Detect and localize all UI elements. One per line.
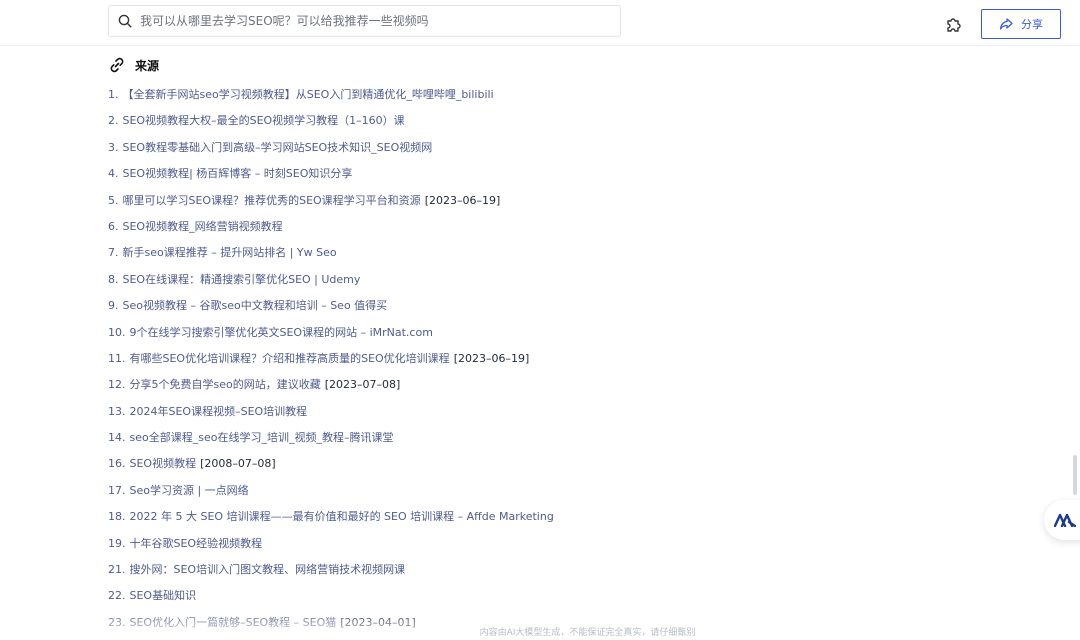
source-link[interactable]: SEO在线课程：精通搜索引擎优化SEO | Udemy [123, 271, 361, 289]
scrollbar[interactable] [1073, 455, 1077, 495]
share-label: 分享 [1021, 18, 1043, 31]
source-number: 21. [108, 563, 126, 577]
share-button[interactable]: 分享 [981, 9, 1061, 39]
source-number: 11. [108, 351, 126, 365]
source-link[interactable]: 2024年SEO课程视频–SEO培训教程 [130, 403, 308, 421]
source-item[interactable]: 18. 2022 年 5 大 SEO 培训课程——最有价值和最好的 SEO 培训课… [108, 508, 808, 534]
source-item[interactable]: 6. SEO视频教程_网络营销视频教程 [108, 218, 808, 244]
source-number: 14. [108, 431, 126, 445]
puzzle-plugin-icon[interactable] [944, 14, 964, 34]
source-number: 1. [108, 88, 119, 101]
source-link[interactable]: SEO基础知识 [130, 587, 197, 605]
source-link[interactable]: SEO视频教程_网络营销视频教程 [123, 218, 283, 236]
link-icon [108, 56, 126, 74]
source-date: [2008–07–08] [200, 457, 276, 471]
source-date: [2023–06–19] [424, 193, 501, 207]
sources-header: 来源 [108, 55, 159, 75]
source-number: 2. [108, 114, 119, 128]
source-date: [2023–06–19] [453, 351, 530, 365]
search-input[interactable] [140, 7, 620, 35]
source-date: [2023–07–08] [324, 378, 401, 392]
source-item[interactable]: 19. 十年谷歌SEO经验视频教程 [108, 535, 808, 561]
source-number: 10. [108, 325, 126, 339]
assistant-logo-icon [1054, 513, 1076, 527]
ai-disclaimer: 内容由AI大模型生成，不能保证完全真实，请仔细甄别 [479, 628, 696, 638]
source-link[interactable]: seo全部课程_seo在线学习_培训_视频_教程–腾讯课堂 [130, 429, 394, 447]
source-list: 1. 【全套新手网站seo学习视频教程】从SEO入门到精通优化_哔哩哔哩_bili… [108, 86, 808, 640]
source-number: 5. [108, 193, 119, 207]
source-item[interactable]: 17. Seo学习资源 | 一点网络 [108, 482, 808, 508]
source-link[interactable]: 哪里可以学习SEO课程？推荐优秀的SEO课程学习平台和资源 [123, 192, 421, 210]
source-number: 16. [108, 457, 126, 471]
source-link[interactable]: 分享5个免费自学seo的网站，建议收藏 [130, 376, 321, 394]
source-number: 6. [108, 219, 119, 233]
source-number: 12. [108, 378, 126, 392]
source-number: 19. [108, 536, 126, 550]
source-item[interactable]: 16. SEO视频教程 [2008–07–08] [108, 455, 808, 481]
share-icon [999, 17, 1013, 31]
source-link[interactable]: Seo学习资源 | 一点网络 [130, 482, 249, 500]
source-number: 17. [108, 483, 126, 497]
source-number: 7. [108, 246, 119, 260]
source-link[interactable]: 新手seo课程推荐 – 提升网站排名 | Yw Seo [123, 244, 337, 262]
source-link[interactable]: SEO视频教程 [130, 455, 197, 473]
source-number: 4. [108, 167, 119, 181]
source-link[interactable]: 2022 年 5 大 SEO 培训课程——最有价值和最好的 SEO 培训课程 –… [130, 508, 554, 526]
source-item[interactable]: 5. 哪里可以学习SEO课程？推荐优秀的SEO课程学习平台和资源 [2023–06–… [108, 192, 808, 218]
source-link[interactable]: SEO教程零基础入门到高级–学习网站SEO技术知识_SEO视频网 [123, 139, 433, 157]
source-item[interactable]: 12. 分享5个免费自学seo的网站，建议收藏 [2023–07–08] [108, 376, 808, 402]
source-link[interactable]: 9个在线学习搜索引擎优化英文SEO课程的网站 – iMrNat.com [130, 324, 433, 342]
source-link[interactable]: 【全套新手网站seo学习视频教程】从SEO入门到精通优化_哔哩哔哩_bilibi… [123, 86, 494, 104]
source-link[interactable]: Seo视频教程 – 谷歌seo中文教程和培训 – Seo 值得买 [123, 297, 388, 315]
source-item[interactable]: 9. Seo视频教程 – 谷歌seo中文教程和培训 – Seo 值得买 [108, 297, 808, 323]
top-bar: 分享 [0, 0, 1080, 46]
source-item[interactable]: 2. SEO视频教程大权–最全的SEO视频学习教程（1–160）课 [108, 112, 808, 138]
source-item[interactable]: 21. 搜外网：SEO培训入门图文教程、网络营销技术视频网课 [108, 561, 808, 587]
source-link[interactable]: 搜外网：SEO培训入门图文教程、网络营销技术视频网课 [130, 561, 406, 579]
source-number: 9. [108, 299, 119, 313]
source-number: 22. [108, 589, 126, 603]
source-number: 8. [108, 272, 119, 286]
source-item[interactable]: 1. 【全套新手网站seo学习视频教程】从SEO入门到精通优化_哔哩哔哩_bili… [108, 86, 808, 112]
source-item[interactable]: 14. seo全部课程_seo在线学习_培训_视频_教程–腾讯课堂 [108, 429, 808, 455]
search-box[interactable] [108, 5, 621, 37]
source-item[interactable]: 22. SEO基础知识 [108, 587, 808, 613]
source-link[interactable]: SEO视频教程大权–最全的SEO视频学习教程（1–160）课 [123, 112, 405, 130]
source-item[interactable]: 8. SEO在线课程：精通搜索引擎优化SEO | Udemy [108, 271, 808, 297]
source-link[interactable]: 十年谷歌SEO经验视频教程 [130, 535, 263, 553]
source-item[interactable]: 4. SEO视频教程| 杨百辉博客 – 时刻SEO知识分享 [108, 165, 808, 191]
source-link[interactable]: SEO视频教程| 杨百辉博客 – 时刻SEO知识分享 [123, 165, 353, 183]
source-link[interactable]: 有哪些SEO优化培训课程？介绍和推荐高质量的SEO优化培训课程 [130, 350, 450, 368]
sources-title: 来源 [135, 58, 160, 73]
source-item[interactable]: 13. 2024年SEO课程视频–SEO培训教程 [108, 403, 808, 429]
source-item[interactable]: 11. 有哪些SEO优化培训课程？介绍和推荐高质量的SEO优化培训课程 [2023–… [108, 350, 808, 376]
source-item[interactable]: 3. SEO教程零基础入门到高级–学习网站SEO技术知识_SEO视频网 [108, 139, 808, 165]
source-number: 13. [108, 404, 126, 418]
source-number: 3. [108, 140, 119, 154]
source-item[interactable]: 10. 9个在线学习搜索引擎优化英文SEO课程的网站 – iMrNat.com [108, 324, 808, 350]
source-number: 18. [108, 510, 126, 524]
source-item[interactable]: 7. 新手seo课程推荐 – 提升网站排名 | Yw Seo [108, 244, 808, 270]
assistant-float-button[interactable] [1044, 500, 1080, 540]
search-icon [118, 14, 132, 28]
